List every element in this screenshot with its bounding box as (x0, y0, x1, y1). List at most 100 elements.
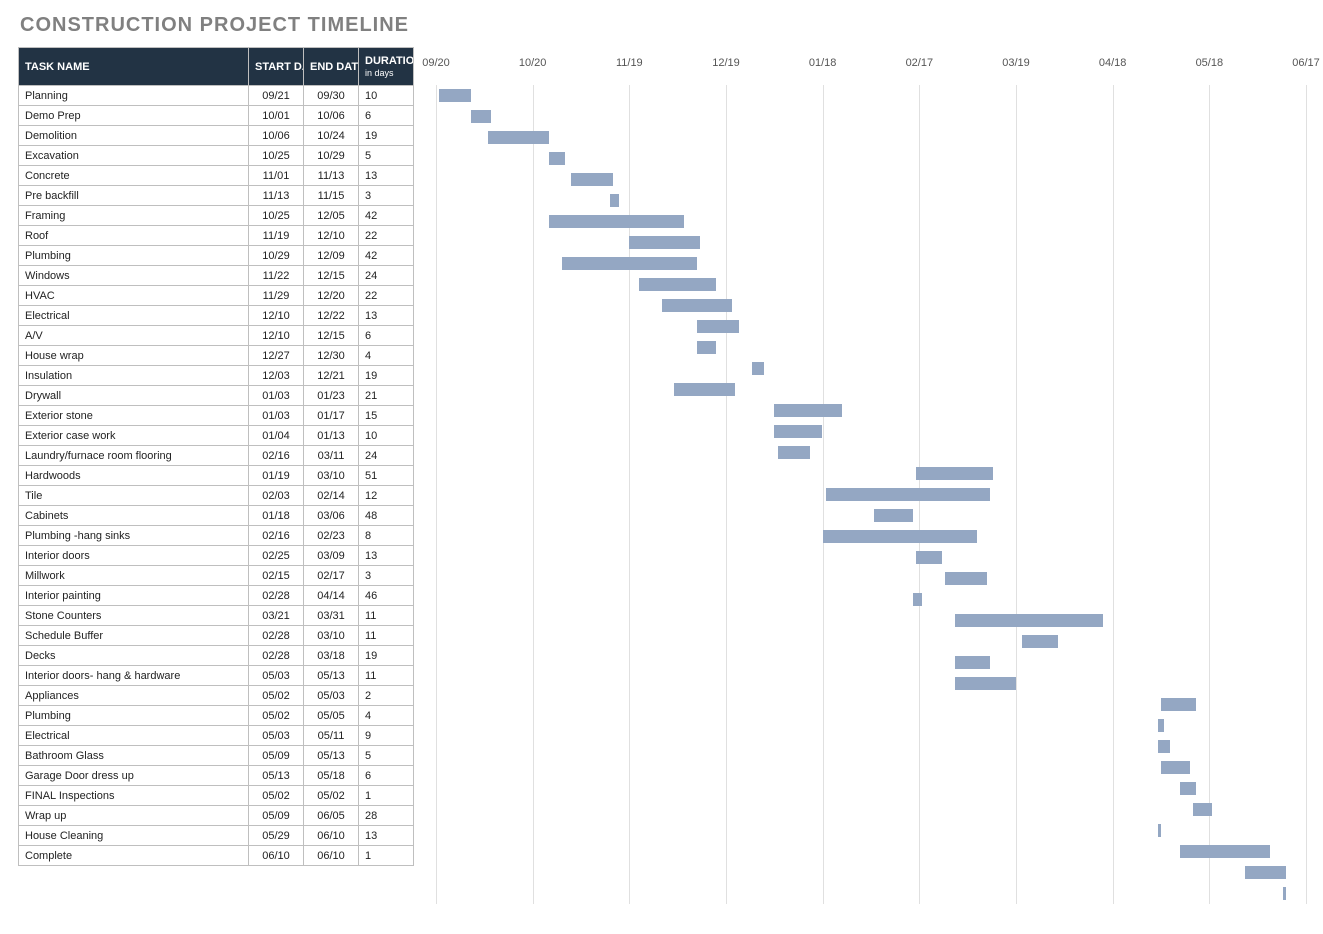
cell-start-date: 12/27 (249, 346, 304, 366)
axis-tick: 12/19 (712, 57, 740, 69)
cell-duration: 6 (359, 106, 414, 126)
table-row: Drywall01/0301/2321 (19, 386, 414, 406)
gantt-row (436, 547, 1305, 568)
cell-end-date: 03/18 (304, 646, 359, 666)
cell-start-date: 05/02 (249, 706, 304, 726)
cell-start-date: 11/13 (249, 186, 304, 206)
cell-task-name: Decks (19, 646, 249, 666)
cell-task-name: House Cleaning (19, 826, 249, 846)
cell-start-date: 02/25 (249, 546, 304, 566)
table-row: Electrical12/1012/2213 (19, 306, 414, 326)
cell-task-name: Interior doors (19, 546, 249, 566)
table-row: HVAC11/2912/2022 (19, 286, 414, 306)
table-row: Millwork02/1502/173 (19, 566, 414, 586)
cell-start-date: 05/03 (249, 726, 304, 746)
cell-end-date: 03/31 (304, 606, 359, 626)
cell-duration: 2 (359, 686, 414, 706)
gantt-bar (1161, 761, 1190, 774)
cell-start-date: 01/18 (249, 506, 304, 526)
cell-duration: 3 (359, 186, 414, 206)
cell-duration: 48 (359, 506, 414, 526)
axis-tick: 03/19 (1002, 57, 1030, 69)
cell-start-date: 10/25 (249, 206, 304, 226)
table-row: Tile02/0302/1412 (19, 486, 414, 506)
page-title: CONSTRUCTION PROJECT TIMELINE (20, 14, 1305, 37)
cell-end-date: 10/06 (304, 106, 359, 126)
gantt-row (436, 820, 1305, 841)
gantt-row (436, 505, 1305, 526)
cell-start-date: 02/28 (249, 586, 304, 606)
gantt-bar (1161, 698, 1196, 711)
cell-task-name: HVAC (19, 286, 249, 306)
cell-task-name: Exterior stone (19, 406, 249, 426)
content-layout: TASK NAME START DATE END DATE DURATIONin… (18, 47, 1305, 904)
table-row: Stone Counters03/2103/3111 (19, 606, 414, 626)
cell-duration: 6 (359, 326, 414, 346)
gantt-row (436, 274, 1305, 295)
table-row: Windows11/2212/1524 (19, 266, 414, 286)
cell-end-date: 12/15 (304, 326, 359, 346)
cell-task-name: Laundry/furnace room flooring (19, 446, 249, 466)
cell-task-name: Plumbing -hang sinks (19, 526, 249, 546)
gantt-row (436, 715, 1305, 736)
cell-task-name: Demolition (19, 126, 249, 146)
cell-task-name: Roof (19, 226, 249, 246)
gantt-row (436, 106, 1305, 127)
gantt-bar (778, 446, 810, 459)
cell-duration: 5 (359, 146, 414, 166)
header-task-name: TASK NAME (19, 48, 249, 86)
cell-end-date: 11/13 (304, 166, 359, 186)
table-row: Insulation12/0312/2119 (19, 366, 414, 386)
axis-tick: 01/18 (809, 57, 837, 69)
table-row: Concrete11/0111/1313 (19, 166, 414, 186)
cell-start-date: 02/15 (249, 566, 304, 586)
cell-task-name: Excavation (19, 146, 249, 166)
table-row: Laundry/furnace room flooring02/1603/112… (19, 446, 414, 466)
gantt-row (436, 211, 1305, 232)
cell-duration: 19 (359, 126, 414, 146)
gantt-row (436, 442, 1305, 463)
table-row: Roof11/1912/1022 (19, 226, 414, 246)
axis-tick: 09/20 (422, 57, 450, 69)
cell-start-date: 06/10 (249, 846, 304, 866)
cell-start-date: 05/02 (249, 686, 304, 706)
cell-duration: 13 (359, 546, 414, 566)
table-row: Decks02/2803/1819 (19, 646, 414, 666)
table-row: Hardwoods01/1903/1051 (19, 466, 414, 486)
gantt-row (436, 631, 1305, 652)
cell-end-date: 05/03 (304, 686, 359, 706)
cell-task-name: Exterior case work (19, 426, 249, 446)
axis-tick: 11/19 (616, 57, 643, 69)
gantt-bar (774, 425, 822, 438)
table-row: Planning09/2109/3010 (19, 86, 414, 106)
cell-start-date: 02/28 (249, 626, 304, 646)
cell-task-name: Demo Prep (19, 106, 249, 126)
cell-duration: 15 (359, 406, 414, 426)
cell-end-date: 03/10 (304, 466, 359, 486)
gantt-bar (1158, 740, 1171, 753)
axis-tick: 02/17 (906, 57, 934, 69)
cell-start-date: 11/19 (249, 226, 304, 246)
gantt-row (436, 148, 1305, 169)
cell-task-name: Interior painting (19, 586, 249, 606)
gantt-bar (1022, 635, 1057, 648)
cell-start-date: 02/03 (249, 486, 304, 506)
table-row: Interior doors- hang & hardware05/0305/1… (19, 666, 414, 686)
cell-task-name: Pre backfill (19, 186, 249, 206)
cell-duration: 24 (359, 446, 414, 466)
table-row: House wrap12/2712/304 (19, 346, 414, 366)
cell-end-date: 12/10 (304, 226, 359, 246)
cell-task-name: Complete (19, 846, 249, 866)
cell-start-date: 10/01 (249, 106, 304, 126)
gantt-bar (916, 551, 942, 564)
cell-start-date: 01/04 (249, 426, 304, 446)
table-row: FINAL Inspections05/0205/021 (19, 786, 414, 806)
gantt-row (436, 400, 1305, 421)
cell-duration: 42 (359, 246, 414, 266)
cell-task-name: Electrical (19, 726, 249, 746)
cell-start-date: 12/10 (249, 306, 304, 326)
cell-end-date: 05/13 (304, 746, 359, 766)
gantt-row (436, 421, 1305, 442)
gantt-bar (549, 152, 565, 165)
gantt-bar (945, 572, 987, 585)
